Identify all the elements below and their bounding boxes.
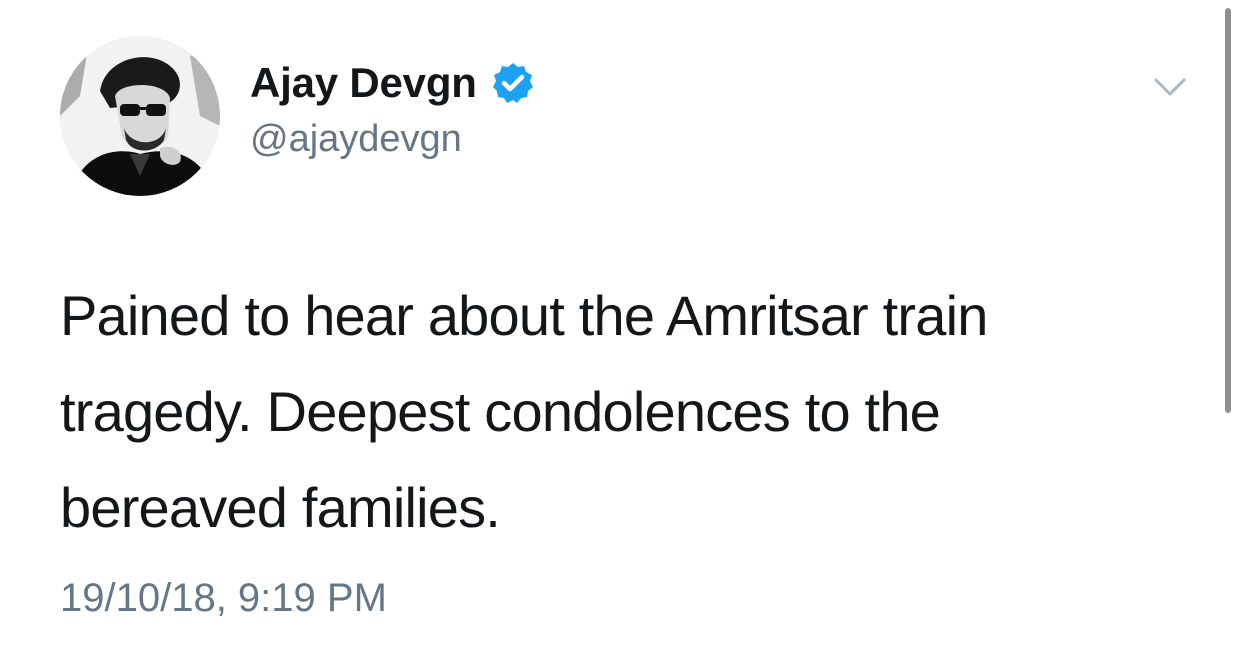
tweet-timestamp[interactable]: 19/10/18, 9:19 PM: [60, 576, 387, 621]
chevron-down-icon[interactable]: [1150, 72, 1190, 102]
scrollbar[interactable]: [1225, 8, 1231, 413]
tweet-text: Pained to hear about the Amritsar train …: [60, 284, 988, 539]
avatar-photo: [60, 36, 220, 196]
user-handle[interactable]: @ajaydevgn: [250, 118, 462, 161]
display-name[interactable]: Ajay Devgn: [250, 59, 477, 107]
avatar[interactable]: [60, 36, 220, 196]
name-row: Ajay Devgn: [250, 58, 535, 108]
verified-badge-icon: [491, 61, 535, 105]
tweet-card: Ajay Devgn @ajaydevgn Pained to hear abo…: [0, 0, 1242, 658]
